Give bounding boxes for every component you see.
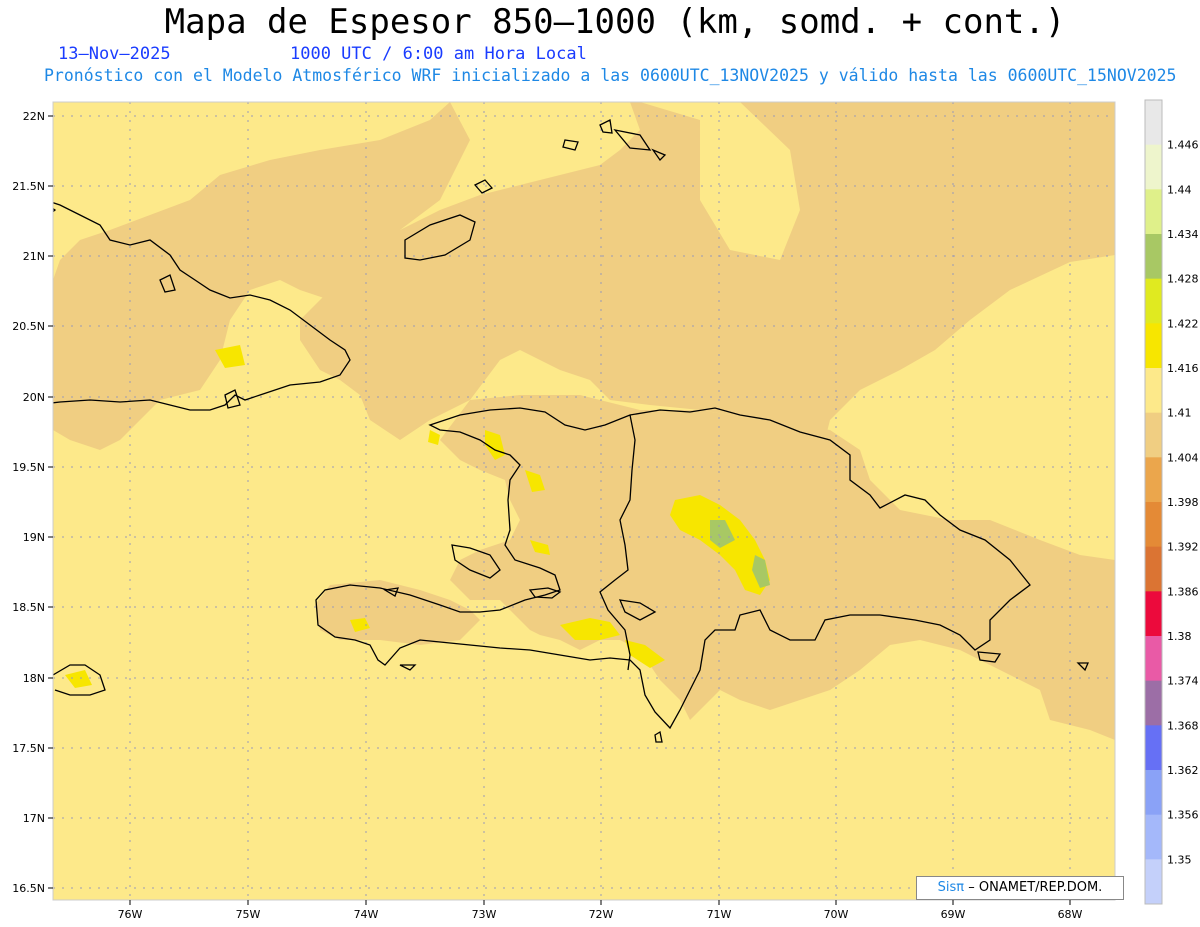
credit-text: – ONAMET/REP.DOM. bbox=[968, 880, 1103, 895]
lon-label: 73W bbox=[472, 908, 497, 921]
colorbar-swatch bbox=[1145, 278, 1162, 324]
credit-brand: Sisπ bbox=[937, 880, 965, 895]
colorbar-swatch bbox=[1145, 323, 1162, 369]
colorbar-swatch bbox=[1145, 770, 1162, 816]
lon-label: 71W bbox=[707, 908, 732, 921]
colorbar-swatch bbox=[1145, 144, 1162, 190]
colorbar-swatch bbox=[1145, 189, 1162, 235]
lat-label: 20N bbox=[23, 391, 45, 404]
lon-label: 68W bbox=[1058, 908, 1083, 921]
colorbar-swatch bbox=[1145, 412, 1162, 458]
lat-label: 17N bbox=[23, 812, 45, 825]
colorbar-swatch bbox=[1145, 680, 1162, 726]
lat-label: 17.5N bbox=[12, 742, 45, 755]
colorbar-swatch bbox=[1145, 591, 1162, 637]
colorbar-label: 1.374 bbox=[1167, 675, 1199, 688]
colorbar-swatch bbox=[1145, 725, 1162, 771]
colorbar-label: 1.35 bbox=[1167, 853, 1192, 866]
colorbar-label: 1.398 bbox=[1167, 496, 1199, 509]
lon-label: 74W bbox=[354, 908, 379, 921]
colorbar-swatch bbox=[1145, 546, 1162, 592]
colorbar-swatch bbox=[1145, 234, 1162, 280]
colorbar-label: 1.362 bbox=[1167, 764, 1199, 777]
colorbar-label: 1.386 bbox=[1167, 585, 1199, 598]
lat-label: 20.5N bbox=[12, 320, 45, 333]
colorbar: 1.446 1.44 1.434 1.428 1.422 1.416 1.41 1.404 1.… bbox=[1144, 99, 1199, 905]
lat-label: 19N bbox=[23, 531, 45, 544]
credit-box: Sisπ – ONAMET/REP.DOM. bbox=[916, 876, 1124, 900]
lat-label: 21.5N bbox=[12, 180, 45, 193]
colorbar-label: 1.38 bbox=[1167, 630, 1192, 643]
colorbar-label: 1.392 bbox=[1167, 541, 1199, 554]
colorbar-swatch bbox=[1145, 502, 1162, 548]
lat-label: 18.5N bbox=[12, 601, 45, 614]
colorbar-label: 1.44 bbox=[1167, 183, 1192, 196]
longitude-labels: 76W 75W 74W 73W 72W 71W 70W 69W 68W bbox=[118, 908, 1083, 921]
lon-label: 76W bbox=[118, 908, 143, 921]
colorbar-swatch bbox=[1145, 100, 1162, 146]
lon-label: 72W bbox=[589, 908, 614, 921]
colorbar-label: 1.356 bbox=[1167, 809, 1199, 822]
lon-label: 70W bbox=[824, 908, 849, 921]
colorbar-swatch bbox=[1145, 368, 1162, 414]
latitude-labels: 22N 21.5N 21N 20.5N 20N 19.5N 19N 18.5N … bbox=[12, 110, 45, 895]
colorbar-label: 1.434 bbox=[1167, 228, 1199, 241]
colorbar-swatch bbox=[1145, 636, 1162, 682]
colorbar-label: 1.446 bbox=[1167, 139, 1199, 152]
lat-label: 22N bbox=[23, 110, 45, 123]
colorbar-label: 1.41 bbox=[1167, 407, 1192, 420]
colorbar-label: 1.428 bbox=[1167, 273, 1199, 286]
lat-label: 16.5N bbox=[12, 882, 45, 895]
lat-label: 21N bbox=[23, 250, 45, 263]
lon-label: 75W bbox=[236, 908, 261, 921]
lat-label: 18N bbox=[23, 672, 45, 685]
thickness-map: 22N 21.5N 21N 20.5N 20N 19.5N 19N 18.5N … bbox=[12, 99, 1199, 921]
colorbar-label: 1.422 bbox=[1167, 317, 1199, 330]
colorbar-swatch bbox=[1145, 814, 1162, 860]
colorbar-label: 1.416 bbox=[1167, 362, 1199, 375]
lon-label: 69W bbox=[941, 908, 966, 921]
colorbar-swatch bbox=[1145, 859, 1162, 905]
colorbar-swatch bbox=[1145, 457, 1162, 503]
colorbar-label: 1.404 bbox=[1167, 451, 1199, 464]
colorbar-label: 1.368 bbox=[1167, 719, 1199, 732]
lat-label: 19.5N bbox=[12, 461, 45, 474]
